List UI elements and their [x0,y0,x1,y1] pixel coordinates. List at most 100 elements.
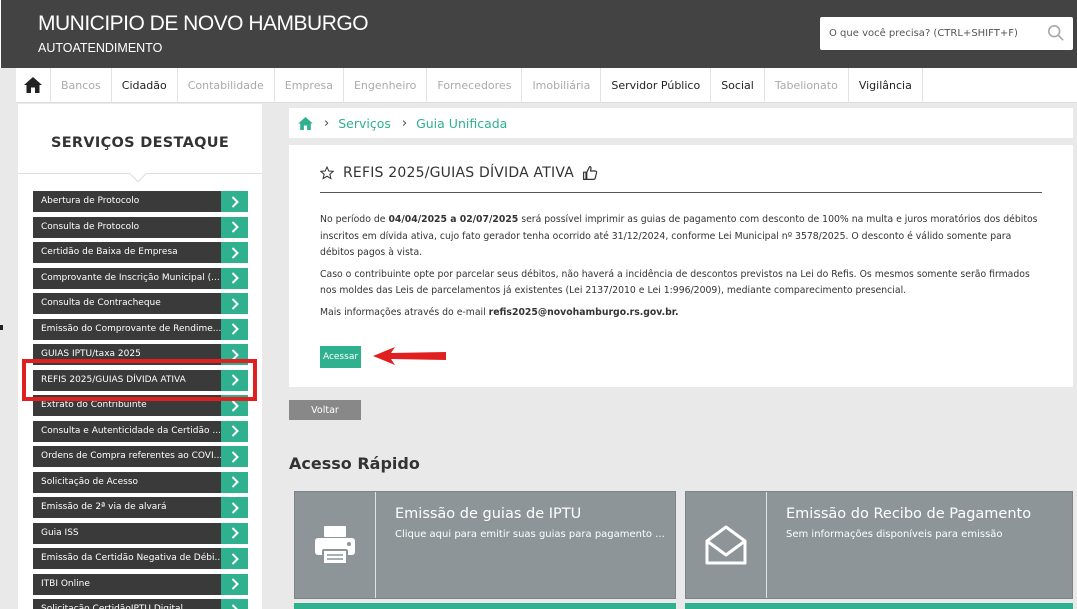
chevron-right-icon[interactable] [221,242,248,263]
chevron-right-icon[interactable] [221,497,248,518]
nav-item-engenheiro[interactable]: Engenheiro [344,67,428,103]
service-label[interactable]: Consulta de Contracheque [33,293,221,314]
chevron-right-icon[interactable] [221,573,248,595]
tile-description: Sem informações disponíveis para emissão [786,529,1003,540]
tile-accent-strip [685,603,1073,609]
site-subtitle: AUTOATENDIMENTO [38,41,163,55]
breadcrumb-separator: › [324,115,330,131]
service-list-item[interactable]: Guia ISS [33,522,248,544]
service-list-item[interactable]: Ordens de Compra referentes ao COVI... [33,446,248,467]
service-list-item[interactable]: ITBI Online [33,573,248,595]
nav-item-vigilancia[interactable]: Vigilância [849,67,923,103]
service-list-item[interactable]: Solicitação de Acesso [33,471,248,493]
service-label[interactable]: Emissão do Comprovante de Rendime... [33,318,221,340]
breadcrumb-guia-unificada[interactable]: Guia Unificada [416,116,507,131]
chevron-right-icon[interactable] [221,420,248,442]
envelope-icon [705,525,747,565]
chevron-right-icon[interactable] [221,599,248,609]
service-list-item[interactable]: Abertura de Protocolo [33,191,248,212]
service-list-item[interactable]: Certidão de Baixa de Empresa [33,242,248,263]
breadcrumb-servicos[interactable]: Serviços [338,116,391,131]
chevron-right-icon[interactable] [221,267,248,289]
voltar-button[interactable]: Voltar [289,400,361,420]
breadcrumb: › Serviços › Guia Unificada [289,108,1073,138]
contact-email: refis2025@novohamburgo.rs.gov.br. [488,306,679,318]
service-list-item[interactable]: Consulta e Autenticidade da Certidão ... [33,420,248,442]
nav-item-fornecedores[interactable]: Fornecedores [427,67,523,103]
breadcrumb-separator: › [401,115,408,131]
site-title: MUNICIPIO DE NOVO HAMBURGO [38,12,369,35]
nav-item-social[interactable]: Social [711,67,765,103]
service-label[interactable]: Guia ISS [33,522,221,544]
tile-title: Emissão de guias de IPTU [395,506,582,522]
service-description: No período de 04/04/2025 a 02/07/2025 se… [320,212,1042,326]
highlight-annotation [22,359,257,401]
service-list-item[interactable]: Emissão de 2ª via de alvará [33,497,248,518]
quick-access-title: Acesso Rápido [289,454,420,473]
home-button[interactable] [16,67,51,103]
service-list-item[interactable]: Emissão do Comprovante de Rendime... [33,318,248,340]
main-nav: Bancos Cidadão Contabilidade Empresa Eng… [16,67,1077,103]
service-list-item[interactable]: Comprovante de Inscrição Municipal (... [33,267,248,289]
tile-accent-strip [294,603,676,609]
chevron-right-icon[interactable] [221,446,248,467]
service-label[interactable]: Emissão da Certidão Negativa de Débi... [33,548,221,569]
sidebar-header-notch [129,165,147,183]
nav-item-bancos[interactable]: Bancos [51,67,112,103]
tile-title: Emissão do Recibo de Pagamento [786,506,1032,522]
service-label[interactable]: Comprovante de Inscrição Municipal (... [33,267,221,289]
service-label[interactable]: Emissão de 2ª via de alvará [33,497,221,518]
service-label[interactable]: Abertura de Protocolo [33,191,221,212]
site-header: MUNICIPIO DE NOVO HAMBURGO AUTOATENDIMEN… [0,0,1077,68]
nav-item-cidadao[interactable]: Cidadão [112,67,178,103]
chevron-right-icon[interactable] [221,471,248,493]
search-input[interactable] [820,17,1040,50]
service-card: REFIS 2025/GUIAS DÍVIDA ATIVA No período… [289,145,1073,387]
chevron-right-icon[interactable] [221,522,248,544]
search-box [820,17,1073,50]
text: Mais informações através do e-mail [320,306,489,318]
service-label[interactable]: Solicitação CertidãoIPTU Digital [33,599,221,609]
period-dates: 04/04/2025 a 02/07/2025 [388,214,519,225]
title-divider [320,192,1042,193]
home-icon[interactable] [298,116,313,130]
nav-item-imobiliaria[interactable]: Imobiliária [522,67,602,103]
nav-item-empresa[interactable]: Empresa [275,67,344,103]
service-label[interactable]: Consulta e Autenticidade da Certidão ... [33,420,221,442]
service-label[interactable]: Consulta de Protocolo [33,216,221,238]
description-paragraph: Mais informações através do e-mail refis… [320,305,1042,322]
service-label[interactable]: ITBI Online [33,573,221,595]
acessar-button[interactable]: Acessar [320,346,361,368]
service-label[interactable]: Certidão de Baixa de Empresa [33,242,221,263]
nav-item-servidor-publico[interactable]: Servidor Público [601,67,712,103]
edge-mark [0,325,3,330]
service-list-item[interactable]: Emissão da Certidão Negativa de Débi... [33,548,248,569]
nav-item-contabilidade[interactable]: Contabilidade [178,67,275,103]
thumbs-up-icon[interactable] [582,165,598,181]
description-paragraph: Caso o contribuinte opte por parcelar se… [320,268,1030,297]
sidebar-title: SERVIÇOS DESTAQUE [50,135,230,151]
arrow-left-icon [373,347,446,365]
service-title-text: REFIS 2025/GUIAS DÍVIDA ATIVA [343,165,574,181]
featured-services-sidebar: SERVIÇOS DESTAQUE Abertura de Protocolo C… [18,104,262,609]
chevron-right-icon[interactable] [221,548,248,569]
chevron-right-icon[interactable] [221,318,248,340]
description-paragraph: No período de 04/04/2025 a 02/07/2025 se… [320,212,1042,262]
nav-item-tabelionato[interactable]: Tabelionato [765,67,849,103]
service-label[interactable]: Solicitação de Acesso [33,471,221,493]
service-card-title: REFIS 2025/GUIAS DÍVIDA ATIVA [320,165,598,181]
quick-access-tile-iptu[interactable]: Emissão de guias de IPTU Clique aqui par… [294,491,676,599]
chevron-right-icon[interactable] [221,191,248,212]
chevron-right-icon[interactable] [221,293,248,314]
chevron-right-icon[interactable] [221,216,248,238]
tile-icon-area [686,492,767,598]
text: No período de [320,214,389,225]
service-list-item[interactable]: Consulta de Protocolo [33,216,248,238]
star-icon[interactable] [320,166,334,180]
service-list-item[interactable]: Consulta de Contracheque [33,293,248,314]
home-icon [24,77,42,93]
service-list-item[interactable]: Solicitação CertidãoIPTU Digital [33,599,248,609]
service-label[interactable]: Ordens de Compra referentes ao COVI... [33,446,221,467]
quick-access-tile-recibo[interactable]: Emissão do Recibo de Pagamento Sem infor… [685,491,1073,599]
search-icon[interactable] [1047,24,1065,42]
